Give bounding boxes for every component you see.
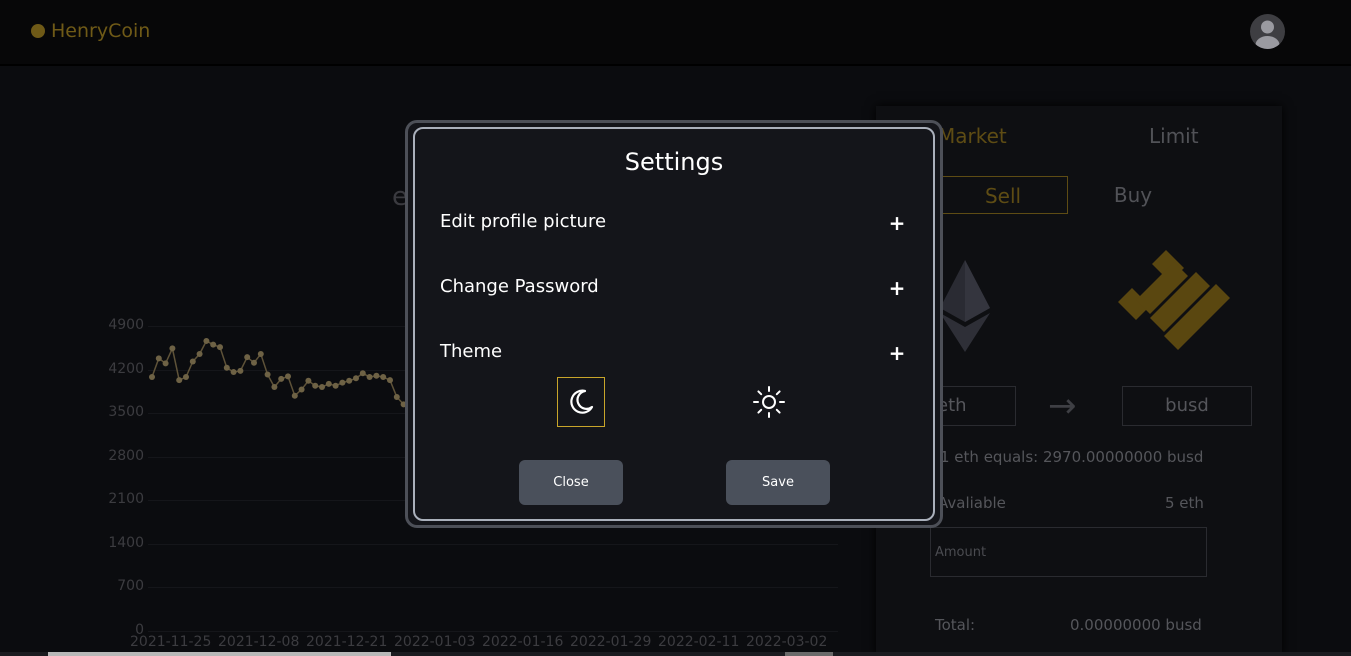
price-point [251, 359, 257, 366]
price-point [169, 345, 176, 352]
busd-icon [1118, 250, 1230, 350]
to-token-field[interactable]: busd [1122, 386, 1252, 426]
price-point [217, 344, 223, 351]
price-point [305, 377, 312, 384]
theme-label[interactable]: Theme [440, 341, 502, 362]
scrollbar-thumb[interactable] [48, 652, 391, 656]
price-point [176, 377, 183, 384]
price-point [393, 393, 400, 400]
price-point [319, 384, 325, 390]
settings-modal-body [413, 127, 935, 521]
tab-market[interactable]: Market [938, 124, 1007, 148]
ethereum-icon [940, 260, 990, 352]
price-point [223, 364, 230, 371]
modal-title: Settings [624, 148, 724, 176]
price-point [285, 373, 291, 380]
price-series-line [151, 339, 405, 405]
edit-profile-expand-icon[interactable]: + [888, 211, 906, 235]
price-point [149, 374, 155, 381]
sun-icon [753, 386, 785, 418]
light-theme-option[interactable] [745, 377, 793, 427]
price-point [312, 382, 319, 389]
price-point [298, 386, 305, 393]
price-point [387, 377, 393, 384]
price-point [264, 371, 271, 378]
price-point [339, 379, 346, 386]
price-point [380, 374, 387, 381]
price-point [196, 351, 203, 358]
price-point [325, 380, 332, 387]
price-point [257, 351, 264, 358]
close-button[interactable]: Close [519, 460, 623, 505]
price-point [353, 375, 359, 382]
price-point [183, 374, 189, 381]
price-point [210, 341, 217, 348]
price-point [271, 384, 278, 390]
exchange-rate: 1 eth equals: 2970.00000000 busd [940, 448, 1204, 466]
sell-button[interactable]: Sell [938, 176, 1068, 214]
price-point [278, 375, 285, 382]
price-point [162, 360, 169, 367]
amount-input[interactable] [930, 527, 1207, 577]
price-point [332, 382, 339, 389]
tab-limit[interactable]: Limit [1149, 124, 1199, 148]
dark-theme-option[interactable] [557, 377, 605, 427]
price-point [237, 367, 244, 374]
total-value: 0.00000000 busd [1070, 616, 1202, 634]
price-point [373, 372, 380, 379]
theme-expand-icon[interactable]: + [888, 341, 906, 365]
price-point [359, 370, 366, 377]
price-point [203, 337, 210, 344]
scrollbar-thumb-secondary[interactable] [785, 652, 833, 656]
arrow-right-icon: → [1048, 386, 1077, 426]
price-point [155, 355, 162, 362]
save-button[interactable]: Save [726, 460, 830, 505]
available-value: 5 eth [1165, 494, 1204, 512]
price-point [346, 377, 353, 384]
price-point [244, 354, 251, 361]
buy-button[interactable]: Buy [1070, 176, 1196, 214]
moon-icon [570, 389, 594, 414]
change-password-expand-icon[interactable]: + [888, 276, 906, 300]
edit-profile-picture-label[interactable]: Edit profile picture [440, 211, 606, 232]
total-label: Total: [935, 616, 976, 634]
available-label: Avaliable [938, 494, 1006, 512]
change-password-label[interactable]: Change Password [440, 276, 599, 297]
price-point [366, 374, 373, 381]
price-point [189, 358, 196, 365]
price-point [291, 392, 298, 399]
price-point [230, 369, 237, 376]
